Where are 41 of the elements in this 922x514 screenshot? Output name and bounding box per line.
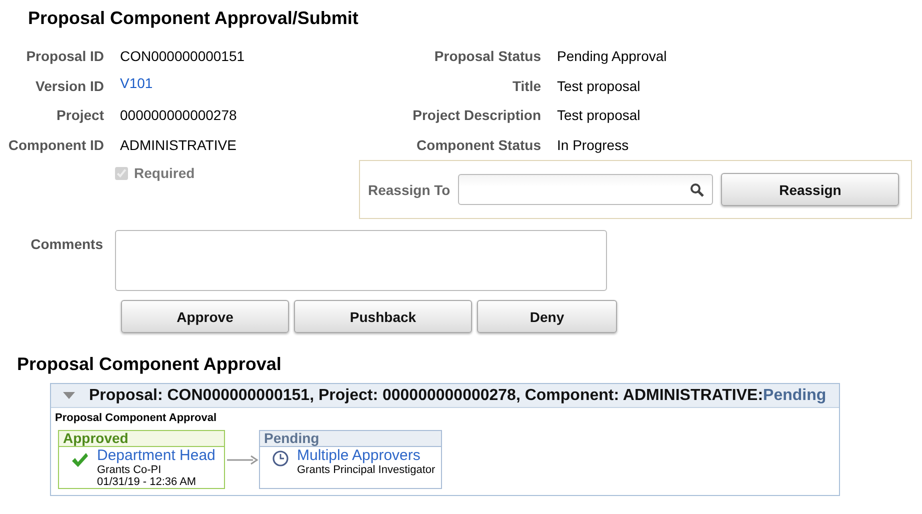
step-detail: Grants Co-PI xyxy=(97,464,162,476)
field-label: Reassign To xyxy=(368,182,450,198)
action-button[interactable]: Deny xyxy=(477,300,617,333)
collapse-icon[interactable] xyxy=(63,392,75,400)
action-button[interactable]: Approve xyxy=(121,300,289,333)
field-label: Component ID xyxy=(8,136,104,155)
approver-link[interactable]: Department Head xyxy=(97,448,216,464)
field-label: Project xyxy=(56,107,104,125)
step-detail: 01/31/19 - 12:36 AM xyxy=(97,476,198,488)
field-label: Project Description xyxy=(412,107,541,125)
field-label: Title xyxy=(512,78,541,96)
field-value: Pending Approval xyxy=(557,48,668,66)
approver-link[interactable]: Multiple Approvers xyxy=(297,448,436,464)
arrow-icon xyxy=(225,454,259,464)
approval-heading: Proposal: CON000000000151, Project: 000000000000278, Component: ADMINISTRATIVE:Pending xyxy=(89,386,826,404)
field-value: ADMINISTRATIVE xyxy=(120,136,238,154)
field-label: Proposal ID xyxy=(26,48,104,66)
section-title: Proposal Component Approval xyxy=(17,354,282,376)
field-label: Comments xyxy=(30,236,103,252)
action-button[interactable]: Pushback xyxy=(294,300,472,333)
reassign-button[interactable]: Reassign xyxy=(721,173,900,206)
field-value: Test proposal xyxy=(557,78,642,96)
field-value: Test proposal xyxy=(557,107,642,125)
step-detail: Grants Principal Investigator xyxy=(297,464,436,476)
field-value: In Progress xyxy=(557,136,630,155)
field-label: Component Status xyxy=(416,136,541,155)
step-status: Pending xyxy=(260,431,441,447)
field-value: 000000000000278 xyxy=(120,107,238,125)
check-icon xyxy=(71,452,89,468)
checkbox-label: Required xyxy=(134,165,195,181)
field-label: Proposal Status xyxy=(434,48,541,66)
clock-icon xyxy=(272,450,289,467)
page-title: Proposal Component Approval/Submit xyxy=(28,8,360,30)
comments-field[interactable] xyxy=(115,230,607,291)
approval-subtitle: Proposal Component Approval xyxy=(55,412,218,424)
field-label: Version ID xyxy=(36,78,104,96)
step-status: Approved xyxy=(59,431,224,447)
field-value: CON000000000151 xyxy=(120,48,246,66)
version-link[interactable]: V101 xyxy=(120,74,280,104)
search-icon[interactable] xyxy=(690,182,704,196)
reassign-field[interactable] xyxy=(458,174,714,205)
